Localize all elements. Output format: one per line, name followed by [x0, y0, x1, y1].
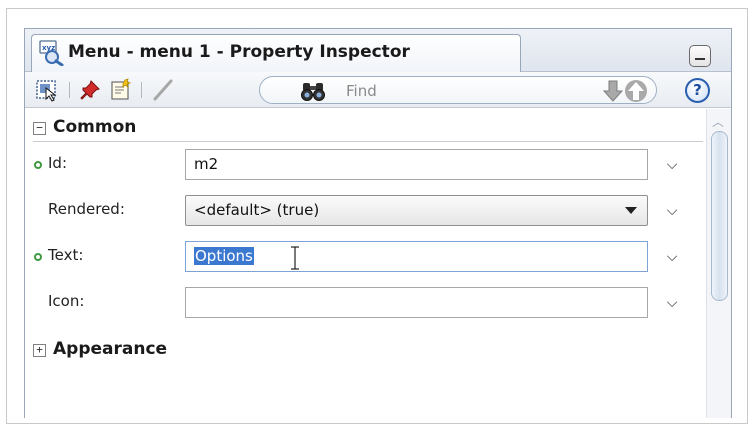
- icon-label: Icon:: [48, 292, 85, 310]
- toolbar-separator: [141, 82, 142, 98]
- find-placeholder: Find: [346, 82, 377, 100]
- rendered-label: Rendered:: [48, 200, 125, 218]
- id-chevron-down-icon[interactable]: ⌵: [665, 158, 679, 172]
- scroll-up-icon[interactable]: ︿: [712, 113, 724, 130]
- required-indicator-icon: [34, 253, 42, 261]
- rendered-chevron-down-icon[interactable]: ⌵: [665, 204, 679, 218]
- text-field[interactable]: Options: [185, 241, 648, 272]
- dropdown-arrow-icon: [625, 207, 637, 214]
- id-label: Id:: [48, 154, 67, 172]
- section-divider: [33, 141, 703, 142]
- rendered-value: <default> (true): [194, 201, 320, 219]
- toolbar: Find ?: [25, 72, 731, 108]
- rendered-select[interactable]: <default> (true): [185, 195, 648, 226]
- toolbar-separator: [69, 82, 70, 98]
- select-component-icon[interactable]: [35, 78, 59, 102]
- binoculars-icon[interactable]: [300, 80, 326, 102]
- find-field[interactable]: Find: [259, 76, 657, 104]
- property-inspector-panel: xyz Menu - menu 1 - Property Inspector F…: [24, 28, 732, 418]
- collapse-icon[interactable]: −: [33, 122, 46, 135]
- title-strip: xyz Menu - menu 1 - Property Inspector: [25, 29, 731, 72]
- expand-icon[interactable]: +: [33, 344, 46, 357]
- section-title-appearance: Appearance: [53, 339, 168, 359]
- minimize-button[interactable]: [689, 45, 711, 67]
- id-field[interactable]: m2: [185, 149, 648, 180]
- text-label: Text:: [48, 246, 84, 264]
- property-list: − Common Id: m2 ⌵ Rendered: <default> (t…: [25, 109, 705, 418]
- text-cursor-icon: [291, 246, 299, 270]
- text-chevron-down-icon[interactable]: ⌵: [665, 250, 679, 264]
- help-button[interactable]: ?: [685, 78, 710, 103]
- panel-title: Menu - menu 1 - Property Inspector: [68, 42, 410, 62]
- icon-field[interactable]: [185, 287, 648, 318]
- section-title-common: Common: [53, 117, 137, 137]
- vertical-scrollbar[interactable]: ︿: [706, 109, 731, 418]
- pin-icon[interactable]: [79, 78, 103, 102]
- pencil-icon[interactable]: [151, 78, 175, 102]
- text-field-selection: Options: [194, 247, 254, 265]
- edit-icon[interactable]: [109, 78, 133, 102]
- property-inspector-icon: xyz: [39, 40, 64, 66]
- arrow-down-icon[interactable]: [602, 79, 624, 103]
- arrow-up-icon[interactable]: [624, 79, 648, 103]
- required-indicator-icon: [34, 161, 42, 169]
- icon-chevron-down-icon[interactable]: ⌵: [665, 296, 679, 310]
- scroll-thumb[interactable]: [711, 131, 728, 301]
- property-inspector-tab[interactable]: xyz Menu - menu 1 - Property Inspector: [31, 34, 521, 72]
